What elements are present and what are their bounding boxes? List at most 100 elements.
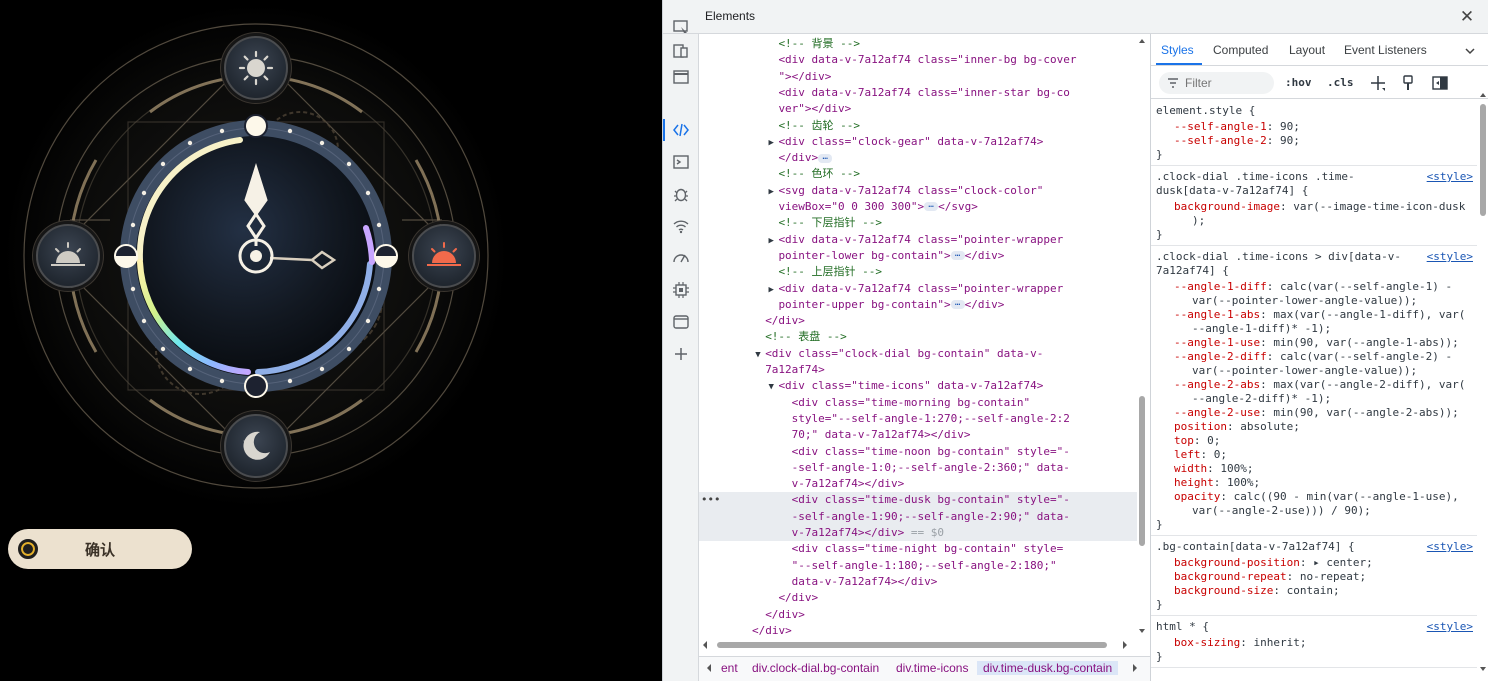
css-property-value[interactable]: inherit;	[1253, 636, 1306, 649]
toggle-sidebar-icon[interactable]	[1431, 74, 1449, 92]
tab-computed[interactable]: Computed	[1213, 43, 1268, 57]
css-declaration[interactable]: --self-angle-2: 90;	[1174, 134, 1300, 148]
dom-node[interactable]: </div>	[699, 590, 1137, 606]
rule-selector[interactable]: .clock-dial .time-icons > div[data-v-	[1156, 250, 1401, 264]
device-toolbar-icon[interactable]	[670, 40, 692, 62]
css-property-value[interactable]: 90;	[1280, 120, 1300, 133]
css-property-name[interactable]: width	[1174, 462, 1207, 475]
dom-horizontal-scrollbar[interactable]	[699, 638, 1150, 652]
css-property-value[interactable]: calc(var(--self-angle-1) -	[1280, 280, 1452, 293]
dom-node[interactable]: <!-- 背景 -->	[699, 36, 1137, 52]
filter-input[interactable]	[1185, 75, 1270, 91]
css-property-value[interactable]: 100%;	[1220, 462, 1253, 475]
breadcrumb-scroll-left-icon[interactable]	[705, 663, 713, 673]
css-declaration[interactable]: opacity: calc((90 - min(var(--angle-1-us…	[1174, 490, 1459, 504]
dom-node[interactable]: </div>	[699, 607, 1137, 623]
tab-layout[interactable]: Layout	[1289, 43, 1325, 57]
css-property-name[interactable]: --angle-1-abs	[1174, 308, 1260, 321]
css-property-name[interactable]: box-sizing	[1174, 636, 1240, 649]
time-morning-icon[interactable]	[224, 36, 288, 100]
more-tools-plus-icon[interactable]	[670, 343, 692, 365]
paint-brush-icon[interactable]	[1399, 74, 1417, 92]
css-property-name[interactable]: background-size	[1174, 584, 1273, 597]
close-icon[interactable]: ✕	[1457, 7, 1477, 27]
collapsed-children-icon[interactable]: …	[818, 152, 833, 163]
application-icon[interactable]	[670, 311, 692, 333]
css-declaration[interactable]: --self-angle-1: 90;	[1174, 120, 1300, 134]
rule-source-link[interactable]: <style>	[1427, 250, 1473, 263]
css-property-name[interactable]: --self-angle-1	[1174, 120, 1267, 133]
css-property-name[interactable]: top	[1174, 434, 1194, 447]
css-property-name[interactable]: --self-angle-2	[1174, 134, 1267, 147]
scroll-right-icon[interactable]	[1121, 640, 1129, 650]
expand-closed-icon[interactable]: ▶	[768, 135, 778, 151]
network-wifi-icon[interactable]	[670, 215, 692, 237]
css-property-value[interactable]: calc((90 - min(var(--angle-1-use),	[1234, 490, 1459, 503]
rule-selector[interactable]: dusk[data-v-7a12af74] {	[1156, 184, 1308, 198]
rule-source-link[interactable]: <style>	[1427, 170, 1473, 183]
css-property-value[interactable]: 0;	[1207, 434, 1220, 447]
sources-bug-icon[interactable]	[670, 183, 692, 205]
dom-node-selected[interactable]: <div class="time-dusk bg-contain" style=…	[699, 492, 1137, 542]
css-property-value[interactable]: 100%;	[1227, 476, 1260, 489]
dom-node[interactable]: <div data-v-7a12af74 class="inner-star b…	[699, 85, 1137, 118]
css-property-value[interactable]: absolute;	[1240, 420, 1300, 433]
console-tool-icon[interactable]	[670, 151, 692, 173]
chevron-down-icon[interactable]	[1464, 45, 1476, 57]
css-declaration[interactable]: --angle-2-use: min(90, var(--angle-2-abs…	[1174, 406, 1459, 420]
dom-node[interactable]: <!-- 下层指针 -->	[699, 215, 1137, 231]
tab-styles[interactable]: Styles	[1161, 43, 1194, 57]
css-declaration[interactable]: --angle-1-abs: max(var(--angle-1-diff), …	[1174, 308, 1465, 322]
inspect-element-icon[interactable]	[670, 16, 692, 38]
css-declaration[interactable]: --angle-1-diff: calc(var(--self-angle-1)…	[1174, 280, 1452, 294]
scroll-left-icon[interactable]	[701, 640, 709, 650]
css-declaration[interactable]: top: 0;	[1174, 434, 1220, 448]
css-property-name[interactable]: background-repeat	[1174, 570, 1287, 583]
expand-open-icon[interactable]: ▼	[768, 379, 778, 395]
css-property-name[interactable]: position	[1174, 420, 1227, 433]
css-declaration[interactable]: --angle-1-use: min(90, var(--angle-1-abs…	[1174, 336, 1459, 350]
css-property-name[interactable]: background-image	[1174, 200, 1280, 213]
breadcrumb-item-selected[interactable]: div.time-dusk.bg-contain	[977, 661, 1119, 675]
styles-scrollbar[interactable]	[1477, 93, 1488, 681]
css-declaration[interactable]: background-size: contain;	[1174, 584, 1340, 598]
dom-node[interactable]: </div>	[699, 623, 1137, 639]
dom-node[interactable]: ▶ <div class="clock-gear" data-v-7a12af74…	[699, 134, 1137, 167]
confirm-button[interactable]: 确认	[8, 529, 192, 569]
css-property-name[interactable]: --angle-1-use	[1174, 336, 1260, 349]
breadcrumb-item[interactable]: div.time-icons	[896, 661, 968, 675]
dom-node[interactable]: ▼ <div class="clock-dial bg-contain" data…	[699, 346, 1137, 379]
dom-node[interactable]: <!-- 表盘 -->	[699, 329, 1137, 345]
css-property-value[interactable]: max(var(--angle-1-diff), var(	[1273, 308, 1465, 321]
css-property-value[interactable]: contain;	[1287, 584, 1340, 597]
dom-node[interactable]: <div class="time-night bg-contain" style…	[699, 541, 1137, 590]
dom-node[interactable]: </div>	[699, 313, 1137, 329]
dom-node[interactable]: <!-- 齿轮 -->	[699, 118, 1137, 134]
dom-node[interactable]: <div class="time-morning bg-contain" styl…	[699, 395, 1137, 444]
rule-selector[interactable]: html * {	[1156, 620, 1209, 634]
css-declaration[interactable]: --angle-2-diff: calc(var(--self-angle-2)…	[1174, 350, 1452, 364]
new-rule-plus-icon[interactable]	[1369, 74, 1387, 92]
scrollbar-thumb[interactable]	[717, 642, 1107, 648]
rule-selector[interactable]: .clock-dial .time-icons .time-	[1156, 170, 1355, 184]
expand-closed-icon[interactable]: ▶	[768, 233, 778, 249]
rule-selector[interactable]: .bg-contain[data-v-7a12af74] {	[1156, 540, 1355, 554]
css-declaration[interactable]: height: 100%;	[1174, 476, 1260, 490]
css-declaration[interactable]: width: 100%;	[1174, 462, 1254, 476]
dom-node[interactable]: <!-- 上层指针 -->	[699, 264, 1137, 280]
css-declaration[interactable]: background-repeat: no-repeat;	[1174, 570, 1366, 584]
css-property-name[interactable]: --angle-2-abs	[1174, 378, 1260, 391]
rule-source-link[interactable]: <style>	[1427, 540, 1473, 553]
dom-node[interactable]: <div data-v-7a12af74 class="inner-bg bg-…	[699, 52, 1137, 85]
css-property-name[interactable]: --angle-1-diff	[1174, 280, 1267, 293]
breadcrumb-item[interactable]: ent	[721, 661, 738, 675]
collapsed-children-icon[interactable]: …	[924, 201, 939, 212]
scroll-down-icon[interactable]	[1138, 628, 1146, 634]
dom-node[interactable]: ▶ <div data-v-7a12af74 class="pointer-wra…	[699, 281, 1137, 314]
css-declaration[interactable]: background-image: var(--image-time-icon-…	[1174, 200, 1465, 214]
dom-node[interactable]: <div class="time-noon bg-contain" style=…	[699, 444, 1137, 493]
css-property-name[interactable]: background-position	[1174, 556, 1300, 569]
dom-vertical-scrollbar[interactable]	[1136, 34, 1148, 638]
expand-closed-icon[interactable]: ▶	[768, 184, 778, 200]
time-night-icon[interactable]	[224, 414, 288, 478]
